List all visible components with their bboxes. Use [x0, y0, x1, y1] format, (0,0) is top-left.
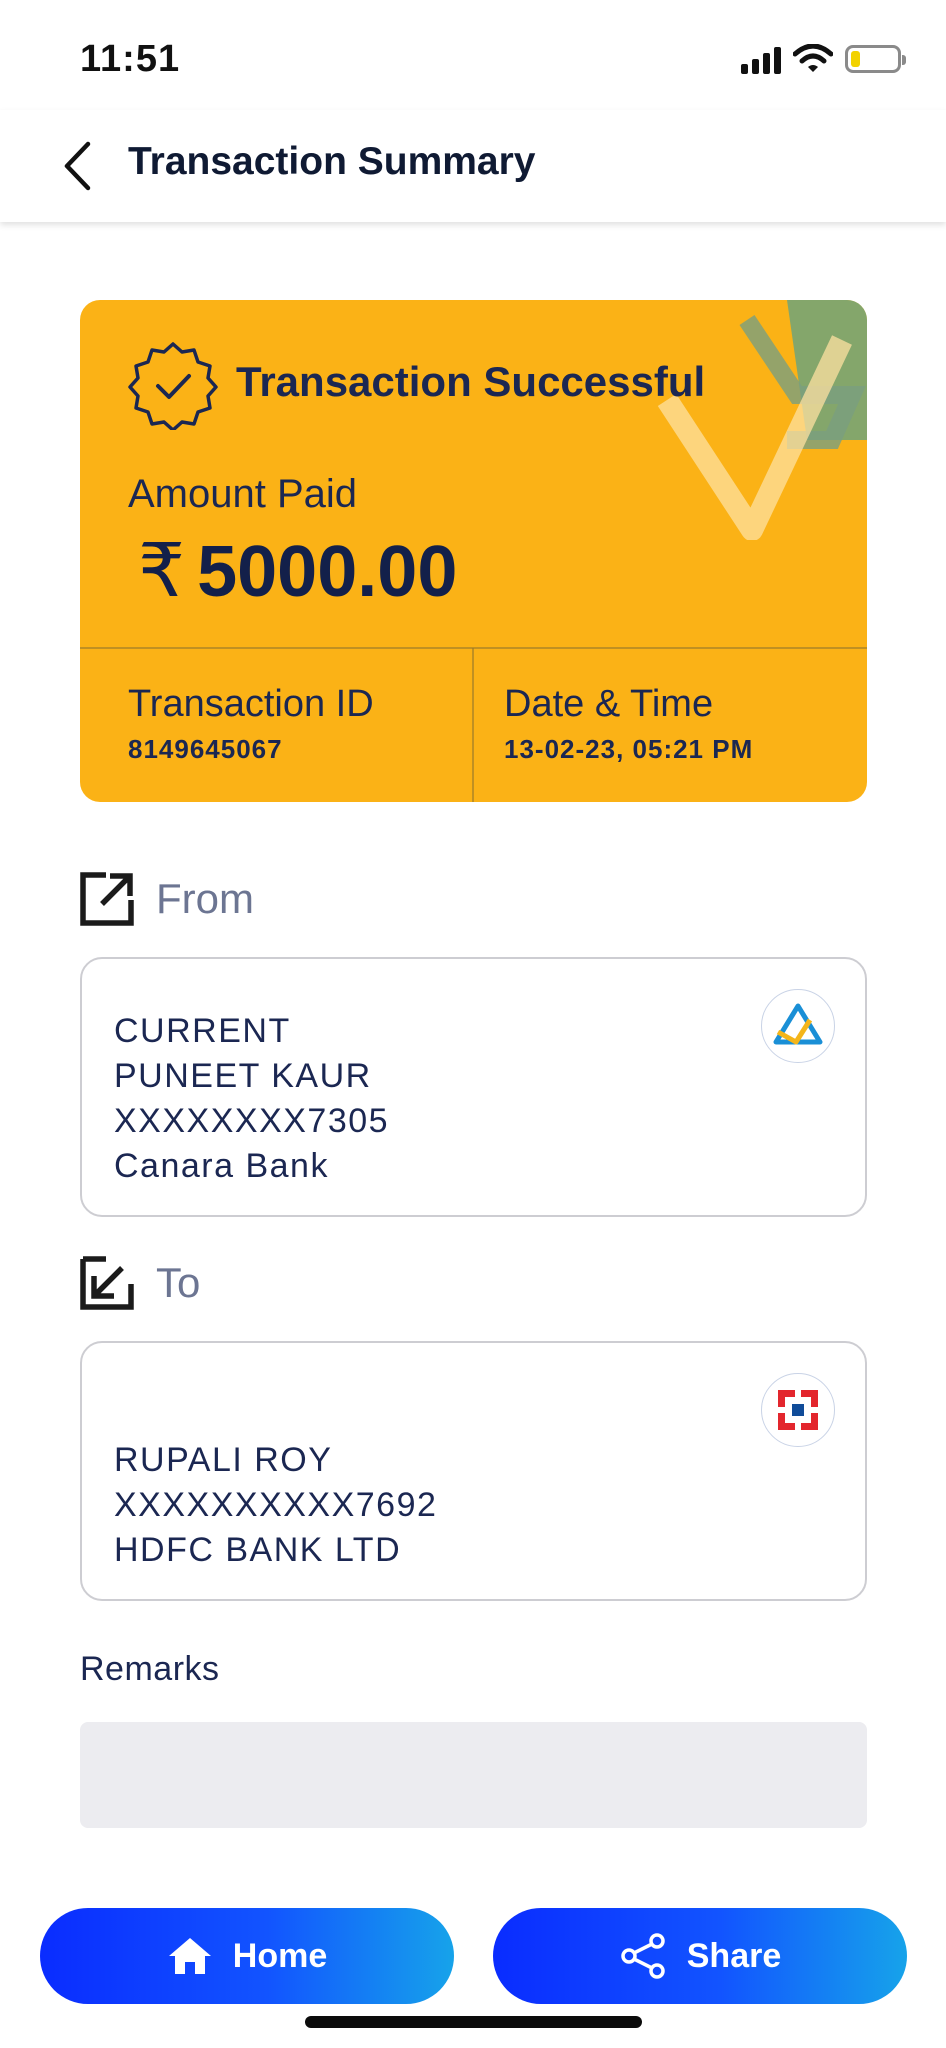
- amount-paid-value: ₹ 5000.00: [138, 528, 457, 614]
- card-divider-vertical: [472, 648, 474, 802]
- bank-watermark-icon: [657, 300, 867, 540]
- from-account-type: CURRENT: [114, 1012, 291, 1050]
- to-bank-name: HDFC BANK LTD: [114, 1531, 402, 1569]
- from-bank-name: Canara Bank: [114, 1147, 329, 1185]
- from-account-name: PUNEET KAUR: [114, 1057, 372, 1095]
- incoming-arrow-icon: [80, 1256, 134, 1310]
- home-indicator: [305, 2016, 642, 2028]
- to-label: To: [156, 1259, 201, 1306]
- home-button-label: Home: [232, 1936, 328, 1975]
- verified-badge-icon: [128, 342, 218, 430]
- amount-value: 5000.00: [197, 532, 458, 612]
- to-account-card: RUPALI ROY XXXXXXXXXX7692 HDFC BANK LTD: [80, 1341, 867, 1601]
- date-time-value: 13-02-23, 05:21 PM: [504, 734, 754, 764]
- hdfc-bank-logo: [761, 1373, 835, 1447]
- outgoing-arrow-icon: [80, 872, 134, 926]
- wifi-icon: [793, 44, 833, 72]
- top-app-bar: Transaction Summary: [0, 110, 946, 222]
- rupee-symbol: ₹: [138, 529, 186, 612]
- back-button[interactable]: [52, 136, 102, 196]
- to-account-number: XXXXXXXXXX7692: [114, 1486, 438, 1524]
- transaction-id-value: 8149645067: [128, 734, 283, 764]
- hdfc-bank-logo-icon: [775, 1387, 821, 1433]
- transaction-id-label: Transaction ID: [128, 683, 374, 725]
- from-label: From: [156, 875, 254, 922]
- to-section-heading: To: [78, 1254, 200, 1312]
- canara-bank-logo: [761, 989, 835, 1063]
- share-button-label: Share: [686, 1936, 782, 1975]
- from-account-number: XXXXXXXX7305: [114, 1102, 390, 1140]
- status-time: 11:51: [80, 38, 181, 80]
- home-icon: [167, 1936, 213, 1976]
- transaction-status-title: Transaction Successful: [236, 358, 706, 405]
- amount-paid-label: Amount Paid: [128, 472, 358, 516]
- remarks-field: [80, 1722, 867, 1828]
- remarks-label: Remarks: [80, 1650, 220, 1688]
- date-time-label: Date & Time: [504, 683, 714, 725]
- share-button[interactable]: Share: [493, 1908, 907, 2004]
- from-account-card: CURRENT PUNEET KAUR XXXXXXXX7305 Canara …: [80, 957, 867, 1217]
- from-section-heading: From: [78, 870, 254, 928]
- cellular-signal-icon: [741, 44, 781, 74]
- battery-icon: [845, 45, 906, 73]
- status-bar: 11:51: [0, 0, 946, 110]
- share-icon: [619, 1932, 667, 1980]
- canara-bank-logo-icon: [773, 1003, 823, 1045]
- page-title: Transaction Summary: [128, 140, 536, 183]
- home-button[interactable]: Home: [40, 1908, 454, 2004]
- to-account-name: RUPALI ROY: [114, 1441, 333, 1479]
- status-icons: [741, 44, 906, 74]
- chevron-left-icon: [64, 141, 91, 191]
- transaction-summary-card: Transaction Successful Amount Paid ₹ 500…: [80, 300, 867, 802]
